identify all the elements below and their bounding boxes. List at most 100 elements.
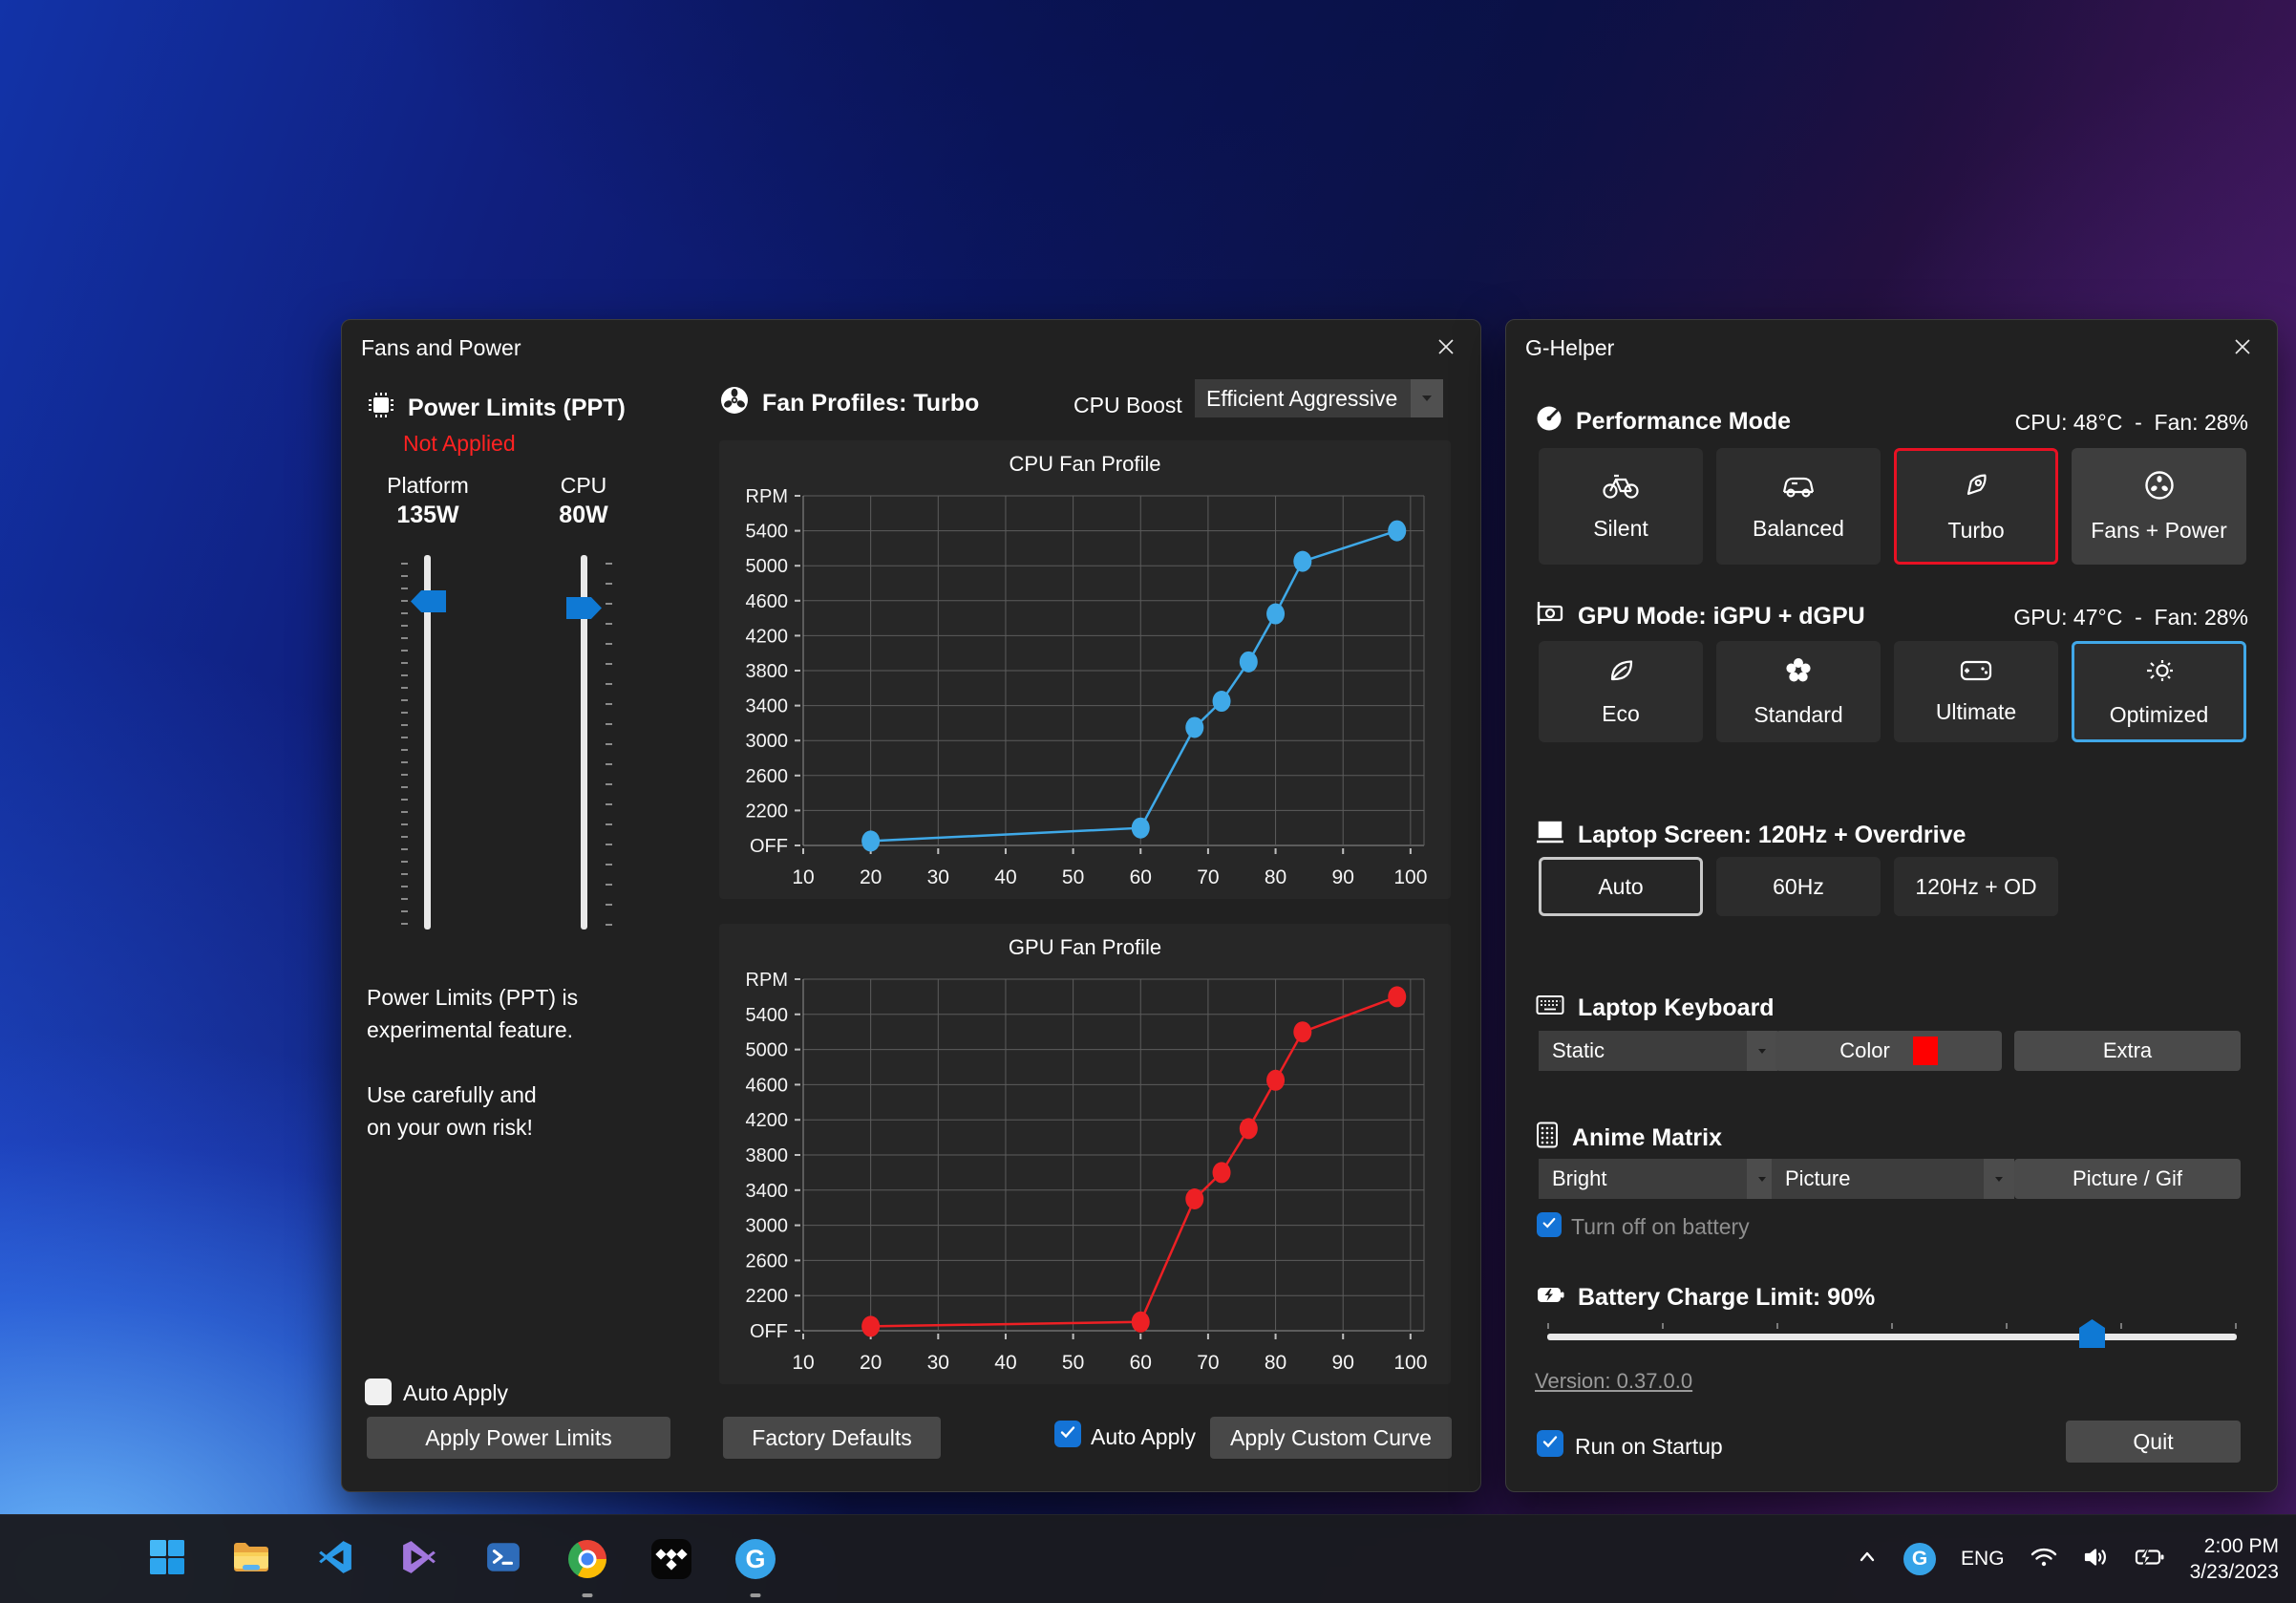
auto-apply-power-checkbox[interactable]	[365, 1379, 392, 1405]
svg-text:60: 60	[1130, 866, 1152, 888]
matrix-content-dropdown[interactable]: Picture	[1772, 1159, 2014, 1199]
fan-curve-point[interactable]	[1132, 1312, 1150, 1333]
auto-apply-curve-checkbox[interactable]	[1054, 1421, 1081, 1447]
quit-button[interactable]: Quit	[2066, 1421, 2241, 1463]
matrix-battery-label: Turn off on battery	[1571, 1214, 1750, 1240]
not-applied-status: Not Applied	[403, 431, 516, 457]
fan-curve-point[interactable]	[1388, 521, 1406, 542]
cpu-label: CPU	[526, 473, 641, 499]
chevron-down-icon[interactable]	[1984, 1159, 2014, 1199]
anime-matrix-icon	[1535, 1121, 1560, 1156]
svg-text:3000: 3000	[746, 1216, 789, 1237]
svg-text:4600: 4600	[746, 1075, 789, 1096]
svg-text:80: 80	[1265, 1352, 1286, 1374]
perf-mode-balanced-button[interactable]: Balanced	[1716, 448, 1881, 565]
chevron-down-icon	[1421, 390, 1433, 407]
gpu-mode-optimized-button[interactable]: Optimized	[2072, 641, 2246, 742]
cpu-slider-thumb[interactable]	[566, 597, 602, 619]
flower-icon	[1783, 655, 1814, 692]
g-helper-button[interactable]: G	[728, 1531, 783, 1587]
screen-120hz-od-button[interactable]: 120Hz + OD	[1894, 857, 2058, 916]
matrix-battery-checkbox[interactable]	[1537, 1212, 1562, 1237]
tray-clock[interactable]: 2:00 PM 3/23/2023	[2190, 1533, 2279, 1586]
keyboard-extra-button[interactable]: Extra	[2014, 1031, 2241, 1071]
fan-curve-point[interactable]	[1185, 1188, 1203, 1209]
keyboard-color-button[interactable]: Color	[1775, 1031, 2002, 1071]
cpu-boost-dropdown[interactable]: Efficient Aggressive	[1195, 379, 1418, 417]
gpu-mode-eco-button[interactable]: Eco	[1539, 641, 1703, 742]
tidal-button[interactable]	[644, 1531, 699, 1587]
screen-60hz-button[interactable]: 60Hz	[1716, 857, 1881, 916]
performance-mode-heading: Performance Mode	[1535, 404, 1791, 439]
wifi-icon[interactable]	[2030, 1546, 2058, 1573]
tray-language[interactable]: ENG	[1961, 1548, 2005, 1571]
gpu-mode-standard-button[interactable]: Standard	[1716, 641, 1881, 742]
svg-text:100: 100	[1393, 1352, 1427, 1374]
gpu-mode-ultimate-button[interactable]: Ultimate	[1894, 641, 2058, 742]
fan-curve-point[interactable]	[1293, 551, 1311, 572]
battery-limit-slider[interactable]	[1547, 1334, 2237, 1340]
svg-text:100: 100	[1393, 866, 1427, 888]
gpu-fan-curve-chart[interactable]: RPM540050004600420038003400300026002200O…	[719, 968, 1451, 1384]
perf-mode-fans-power-button[interactable]: Fans + Power	[2072, 448, 2246, 565]
volume-icon[interactable]	[2083, 1546, 2110, 1573]
svg-text:2200: 2200	[746, 1286, 789, 1307]
apply-power-limits-button[interactable]: Apply Power Limits	[367, 1417, 670, 1459]
close-button[interactable]	[1425, 330, 1467, 368]
visual-studio-icon	[401, 1539, 437, 1580]
fan-icon	[719, 385, 750, 422]
cpu-fan-curve-chart[interactable]: RPM540050004600420038003400300026002200O…	[719, 484, 1451, 899]
screen-auto-button[interactable]: Auto	[1539, 857, 1703, 916]
fan-curve-point[interactable]	[1293, 1021, 1311, 1042]
fan-curve-point[interactable]	[1240, 1118, 1258, 1139]
svg-text:2600: 2600	[746, 766, 789, 787]
fan-curve-point[interactable]	[861, 1315, 880, 1336]
terminal-button[interactable]	[476, 1531, 531, 1587]
svg-text:20: 20	[860, 866, 882, 888]
cpu-temp-fan-status: CPU: 48°C - Fan: 28%	[2015, 410, 2248, 436]
tray-chevron-up-icon[interactable]	[1856, 1548, 1879, 1571]
platform-watts-value: 135W	[371, 502, 485, 529]
optimized-icon	[2143, 655, 2176, 692]
gpu-mode-heading: GPU Mode: iGPU + dGPU	[1535, 599, 1865, 634]
fan-curve-point[interactable]	[1213, 691, 1231, 712]
visual-studio-button[interactable]	[392, 1531, 447, 1587]
svg-text:3000: 3000	[746, 731, 789, 752]
platform-slider-thumb[interactable]	[411, 590, 446, 612]
fan-curve-point[interactable]	[1185, 716, 1203, 737]
close-icon	[2233, 337, 2252, 361]
chevron-down-icon[interactable]	[1747, 1031, 1777, 1071]
tray-g-helper-icon[interactable]: G	[1903, 1543, 1936, 1575]
apply-custom-curve-button[interactable]: Apply Custom Curve	[1210, 1417, 1452, 1459]
fan-curve-point[interactable]	[1132, 818, 1150, 839]
start-button[interactable]	[139, 1531, 195, 1587]
version-link[interactable]: Version: 0.37.0.0	[1535, 1369, 1692, 1394]
matrix-brightness-dropdown[interactable]: Bright	[1539, 1159, 1777, 1199]
fan-curve-point[interactable]	[1266, 1070, 1285, 1091]
laptop-keyboard-heading: Laptop Keyboard	[1535, 993, 1775, 1024]
vscode-button[interactable]	[308, 1531, 363, 1587]
chrome-icon	[568, 1540, 606, 1578]
svg-text:3400: 3400	[746, 696, 789, 717]
file-explorer-icon	[231, 1540, 271, 1579]
fan-curve-point[interactable]	[1266, 604, 1285, 625]
perf-mode-silent-button[interactable]: Silent	[1539, 448, 1703, 565]
run-on-startup-checkbox[interactable]	[1537, 1430, 1563, 1457]
keyboard-mode-dropdown[interactable]: Static	[1539, 1031, 1777, 1071]
fan-curve-point[interactable]	[1388, 986, 1406, 1007]
file-explorer-button[interactable]	[223, 1531, 279, 1587]
perf-mode-turbo-button[interactable]: Turbo	[1894, 448, 2058, 565]
fan-curve-point[interactable]	[1240, 652, 1258, 673]
chrome-button[interactable]	[560, 1531, 615, 1587]
factory-defaults-button[interactable]: Factory Defaults	[723, 1417, 941, 1459]
matrix-picture-gif-button[interactable]: Picture / Gif	[2014, 1159, 2241, 1199]
fan-curve-point[interactable]	[861, 830, 880, 851]
svg-text:40: 40	[994, 1352, 1016, 1374]
gpu-card-icon	[1535, 599, 1565, 634]
close-button[interactable]	[2222, 330, 2264, 368]
fan-curve-point[interactable]	[1213, 1162, 1231, 1183]
cpu-boost-dropdown-arrow[interactable]	[1411, 379, 1443, 417]
svg-text:3800: 3800	[746, 661, 789, 682]
battery-charging-icon[interactable]	[2135, 1546, 2165, 1573]
svg-text:10: 10	[792, 866, 814, 888]
